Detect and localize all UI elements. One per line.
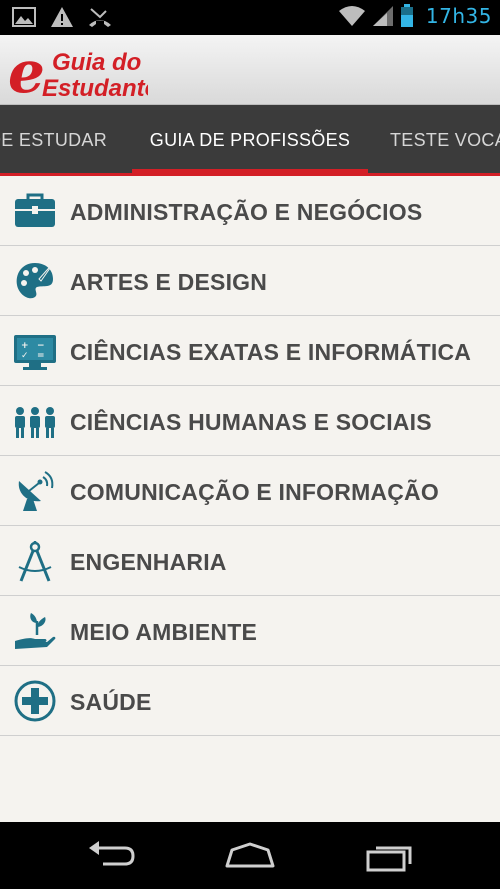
image-icon bbox=[12, 7, 36, 27]
back-icon[interactable] bbox=[83, 838, 139, 874]
svg-text:✓: ✓ bbox=[21, 351, 29, 361]
recents-icon[interactable] bbox=[362, 838, 418, 874]
tab-teste-vocacional[interactable]: TESTE VOCA bbox=[390, 105, 500, 175]
category-label: CIÊNCIAS EXATAS E INFORMÁTICA bbox=[70, 339, 472, 365]
plus-circle-icon bbox=[14, 680, 56, 722]
list-item-artes-design[interactable]: ARTES E DESIGN bbox=[0, 246, 500, 316]
satellite-dish-icon bbox=[18, 471, 54, 511]
guia-do-estudante-logo[interactable]: e Guia do Estudante bbox=[8, 42, 148, 100]
missed-call-icon bbox=[89, 8, 111, 27]
svg-text:=: = bbox=[37, 351, 45, 361]
clock: 17h35 bbox=[425, 4, 492, 28]
list-item-administracao[interactable]: ADMINISTRAÇÃO E NEGÓCIOS bbox=[0, 176, 500, 246]
people-icon bbox=[15, 407, 55, 438]
category-label: ADMINISTRAÇÃO E NEGÓCIOS bbox=[70, 199, 423, 225]
home-icon[interactable] bbox=[222, 838, 278, 874]
list-item-saude[interactable]: SAÚDE bbox=[0, 666, 500, 736]
battery-icon bbox=[400, 4, 413, 27]
warning-icon bbox=[51, 7, 73, 27]
category-label: CIÊNCIAS HUMANAS E SOCIAIS bbox=[70, 409, 432, 435]
compass-icon bbox=[18, 541, 52, 582]
tab-guia-de-profissoes[interactable]: GUIA DE PROFISSÕES bbox=[132, 105, 368, 175]
category-label: COMUNICAÇÃO E INFORMAÇÃO bbox=[70, 479, 439, 505]
system-nav-bar bbox=[0, 822, 500, 889]
tab-de-estudar[interactable]: DE ESTUDAR bbox=[0, 105, 107, 175]
category-label: SAÚDE bbox=[70, 689, 152, 715]
palette-icon bbox=[16, 260, 56, 299]
plant-hand-icon bbox=[15, 613, 56, 649]
category-list: ADMINISTRAÇÃO E NEGÓCIOS ARTES E DESIGN … bbox=[0, 176, 500, 822]
monitor-math-icon: + − ✓ = bbox=[14, 335, 56, 370]
list-item-ciencias-humanas[interactable]: CIÊNCIAS HUMANAS E SOCIAIS bbox=[0, 386, 500, 456]
list-item-comunicacao[interactable]: COMUNICAÇÃO E INFORMAÇÃO bbox=[0, 456, 500, 526]
svg-text:+: + bbox=[21, 341, 29, 351]
svg-text:e: e bbox=[8, 42, 45, 100]
status-bar: 17h35 bbox=[0, 0, 500, 35]
list-item-ciencias-exatas[interactable]: + − ✓ = CIÊNCIAS EXATAS E INFORMÁTICA bbox=[0, 316, 500, 386]
category-label: ENGENHARIA bbox=[70, 549, 227, 575]
tab-bar: DE ESTUDAR GUIA DE PROFISSÕES TESTE VOCA bbox=[0, 105, 500, 175]
signal-icon bbox=[372, 6, 393, 26]
list-item-meio-ambiente[interactable]: MEIO AMBIENTE bbox=[0, 596, 500, 666]
wifi-icon bbox=[338, 6, 365, 26]
category-label: MEIO AMBIENTE bbox=[70, 619, 258, 645]
svg-text:−: − bbox=[37, 341, 45, 351]
app-header: e Guia do Estudante bbox=[0, 35, 500, 105]
briefcase-icon bbox=[15, 193, 55, 227]
category-label: ARTES E DESIGN bbox=[70, 269, 268, 295]
svg-text:Guia do: Guia do bbox=[52, 49, 141, 76]
list-item-engenharia[interactable]: ENGENHARIA bbox=[0, 526, 500, 596]
svg-text:Estudante: Estudante bbox=[42, 75, 148, 100]
